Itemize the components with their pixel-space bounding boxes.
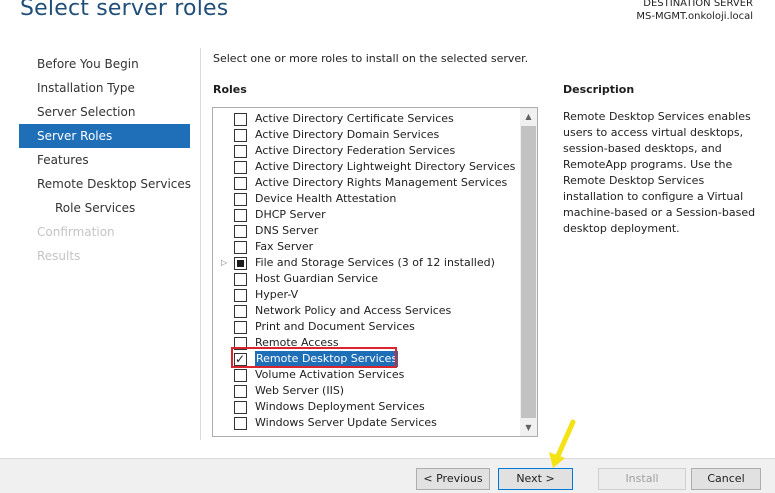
roles-list[interactable]: Active Directory Certificate Services Act… <box>212 107 538 437</box>
role-row[interactable]: Active Directory Rights Management Servi… <box>213 175 521 191</box>
roles-heading: Roles <box>213 83 247 96</box>
roles-list-items: Active Directory Certificate Services Act… <box>213 111 521 431</box>
role-row[interactable]: DHCP Server <box>213 207 521 223</box>
role-row[interactable]: Network Policy and Access Services <box>213 303 521 319</box>
role-row[interactable]: Fax Server <box>213 239 521 255</box>
role-row[interactable]: Windows Deployment Services <box>213 399 521 415</box>
destination-server-info: DESTINATION SERVER MS-MGMT.onkoloji.loca… <box>636 0 753 23</box>
nav-item-results: Results <box>37 249 81 263</box>
role-label[interactable]: DHCP Server <box>255 207 326 223</box>
nav-item-remote-desktop-services[interactable]: Remote Desktop Services <box>19 172 191 196</box>
expand-arrow-icon[interactable]: ▷ <box>221 255 227 271</box>
role-checkbox[interactable] <box>234 241 247 254</box>
role-checkbox[interactable] <box>234 289 247 302</box>
destination-server-name: MS-MGMT.onkoloji.local <box>636 11 753 22</box>
role-checkbox[interactable] <box>234 129 247 142</box>
role-row[interactable]: Hyper-V <box>213 287 521 303</box>
role-row[interactable]: Web Server (IIS) <box>213 383 521 399</box>
role-checkbox[interactable] <box>234 257 247 270</box>
role-checkbox[interactable] <box>234 225 247 238</box>
role-checkbox[interactable] <box>234 321 247 334</box>
nav-item-installation-type[interactable]: Installation Type <box>19 76 190 100</box>
role-row[interactable]: Volume Activation Services <box>213 367 521 383</box>
scroll-up-arrow-icon[interactable]: ▲ <box>520 108 537 125</box>
role-checkbox[interactable] <box>234 369 247 382</box>
role-label[interactable]: DNS Server <box>255 223 318 239</box>
selection-highlight-box <box>231 347 397 368</box>
nav-item-server-roles[interactable]: Server Roles <box>19 124 190 148</box>
role-row[interactable]: Device Health Attestation <box>213 191 521 207</box>
role-label[interactable]: Fax Server <box>255 239 313 255</box>
role-label[interactable]: Host Guardian Service <box>255 271 378 287</box>
description-heading: Description <box>563 83 635 96</box>
role-checkbox[interactable] <box>234 177 247 190</box>
role-label[interactable]: Active Directory Lightweight Directory S… <box>255 159 515 175</box>
role-checkbox[interactable] <box>234 113 247 126</box>
destination-server-label: DESTINATION SERVER <box>643 0 753 9</box>
nav-item-server-selection[interactable]: Server Selection <box>19 100 190 124</box>
role-row[interactable]: Windows Server Update Services <box>213 415 521 431</box>
role-checkbox[interactable] <box>234 209 247 222</box>
role-label[interactable]: Hyper-V <box>255 287 298 303</box>
role-label[interactable]: File and Storage Services (3 of 12 insta… <box>255 255 495 271</box>
scroll-down-arrow-icon[interactable]: ▼ <box>520 419 537 436</box>
wizard-nav: Before You Begin Installation Type Serve… <box>19 52 191 268</box>
role-label[interactable]: Active Directory Rights Management Servi… <box>255 175 507 191</box>
page-title: Select server roles <box>20 0 229 21</box>
nav-divider <box>200 48 201 440</box>
role-row[interactable]: Active Directory Lightweight Directory S… <box>213 159 521 175</box>
scroll-thumb[interactable] <box>521 126 536 418</box>
role-checkbox[interactable] <box>234 273 247 286</box>
role-checkbox[interactable] <box>234 161 247 174</box>
role-row[interactable]: Print and Document Services <box>213 319 521 335</box>
nav-item-features[interactable]: Features <box>19 148 190 172</box>
role-label[interactable]: Volume Activation Services <box>255 367 404 383</box>
cancel-button[interactable]: Cancel <box>691 468 761 490</box>
role-label[interactable]: Active Directory Domain Services <box>255 127 439 143</box>
role-label[interactable]: Device Health Attestation <box>255 191 396 207</box>
role-row[interactable]: Active Directory Domain Services <box>213 127 521 143</box>
role-row[interactable]: Active Directory Certificate Services <box>213 111 521 127</box>
role-label[interactable]: Network Policy and Access Services <box>255 303 451 319</box>
previous-button[interactable]: < Previous <box>416 468 490 490</box>
next-button[interactable]: Next > <box>498 468 573 490</box>
role-label[interactable]: Windows Server Update Services <box>255 415 437 431</box>
description-text: Remote Desktop Services enables users to… <box>563 110 756 235</box>
role-row[interactable]: Host Guardian Service <box>213 271 521 287</box>
role-checkbox[interactable] <box>234 385 247 398</box>
role-checkbox[interactable] <box>234 417 247 430</box>
role-checkbox[interactable] <box>234 401 247 414</box>
nav-item-before-you-begin[interactable]: Before You Begin <box>19 52 190 76</box>
nav-item-role-services[interactable]: Role Services <box>19 196 190 220</box>
role-label[interactable]: Web Server (IIS) <box>255 383 344 399</box>
nav-item-confirmation: Confirmation <box>37 225 115 239</box>
role-label[interactable]: Active Directory Certificate Services <box>255 111 454 127</box>
instruction-text: Select one or more roles to install on t… <box>213 52 529 65</box>
role-label[interactable]: Active Directory Federation Services <box>255 143 455 159</box>
role-label[interactable]: Windows Deployment Services <box>255 399 425 415</box>
role-row[interactable]: DNS Server <box>213 223 521 239</box>
role-checkbox[interactable] <box>234 145 247 158</box>
yellow-arrow-icon <box>549 419 576 468</box>
install-button: Install <box>598 468 686 490</box>
role-checkbox[interactable] <box>234 193 247 206</box>
role-checkbox[interactable] <box>234 305 247 318</box>
roles-scrollbar[interactable]: ▲ ▼ <box>520 108 537 436</box>
role-label[interactable]: Print and Document Services <box>255 319 415 335</box>
role-row[interactable]: Active Directory Federation Services <box>213 143 521 159</box>
role-row[interactable]: ▷ File and Storage Services (3 of 12 inst… <box>213 255 521 271</box>
